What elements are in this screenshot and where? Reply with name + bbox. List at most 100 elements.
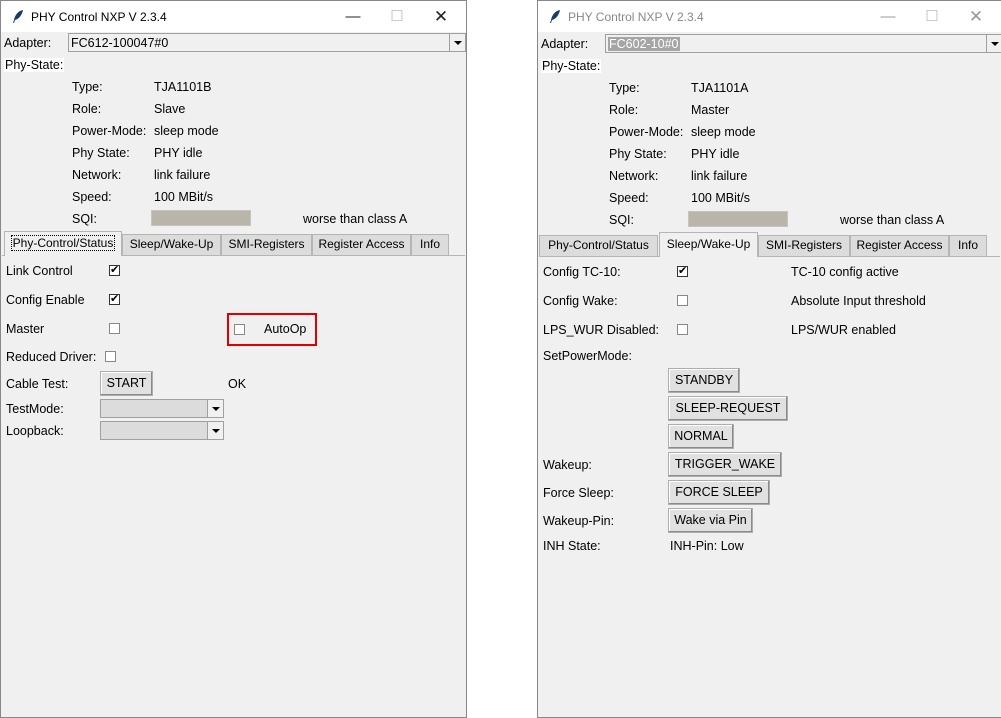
close-icon[interactable]: ✕	[426, 7, 456, 27]
inh-state-value: INH-Pin: Low	[670, 539, 744, 553]
master-label: Master	[6, 322, 45, 336]
cable-test-label: Cable Test:	[6, 377, 69, 391]
tab-sleep-wake-up[interactable]: Sleep/Wake-Up	[122, 234, 221, 255]
test-mode-label: TestMode:	[6, 402, 64, 416]
speed-value: 100 MBit/s	[691, 191, 751, 205]
force-sleep-button[interactable]: FORCE SLEEP	[668, 480, 770, 505]
set-power-mode-label: SetPowerMode:	[543, 349, 632, 363]
start-button[interactable]: START	[100, 371, 153, 396]
reduced-driver-checkbox[interactable]	[105, 351, 116, 362]
feather-icon	[13, 10, 23, 23]
config-wake-checkbox[interactable]	[677, 295, 688, 306]
master-checkbox[interactable]	[109, 323, 120, 334]
role-label: Role:	[609, 103, 639, 117]
link-control-checkbox[interactable]	[109, 263, 120, 276]
speed-label: Speed:	[72, 190, 112, 204]
type-value: TJA1101A	[691, 81, 749, 95]
adapter-select[interactable]: FC612-100047#0	[68, 33, 466, 52]
config-tc10-label: Config TC-10:	[543, 265, 621, 279]
phy-control-window-right: PHY Control NXP V 2.3.4 — ☐ ✕ Adapter: F…	[537, 0, 1001, 718]
inh-state-label: INH State:	[543, 539, 601, 553]
config-enable-checkbox[interactable]	[109, 292, 120, 305]
type-label: Type:	[72, 80, 103, 94]
tab-phy-control-status[interactable]: Phy-Control/Status	[539, 235, 658, 256]
power-mode-label: Power-Mode:	[609, 125, 684, 139]
tab-bar: Phy-Control/Status Sleep/Wake-Up SMI-Reg…	[539, 232, 1001, 257]
wake-status: Absolute Input threshold	[791, 294, 926, 308]
sqi-label: SQI:	[72, 212, 98, 226]
trigger-wake-button[interactable]: TRIGGER_WAKE	[668, 452, 782, 477]
power-mode-value: sleep mode	[691, 125, 756, 139]
phy-state-row-label: Phy State:	[72, 146, 130, 160]
config-wake-label: Config Wake:	[543, 294, 618, 308]
tab-bar: Phy-Control/Status Sleep/Wake-Up SMI-Reg…	[2, 231, 466, 256]
sleep-request-button[interactable]: SLEEP-REQUEST	[668, 396, 788, 421]
tab-phy-control-status[interactable]: Phy-Control/Status	[4, 231, 122, 256]
tab-info[interactable]: Info	[411, 234, 449, 255]
tab-register-access[interactable]: Register Access	[850, 235, 949, 256]
sqi-bar	[688, 211, 788, 227]
autoop-checkbox[interactable]	[234, 324, 245, 335]
power-mode-label: Power-Mode:	[72, 124, 147, 138]
link-control-label: Link Control	[6, 264, 73, 278]
standby-button[interactable]: STANDBY	[668, 368, 740, 393]
phy-state-label: Phy-State:	[4, 58, 65, 72]
sqi-text: worse than class A	[303, 212, 408, 226]
window-title: PHY Control NXP V 2.3.4	[568, 10, 704, 24]
sqi-bar	[151, 210, 251, 226]
phy-state-value: PHY idle	[154, 146, 203, 160]
maximize-icon[interactable]: ☐	[917, 7, 947, 27]
chevron-down-icon[interactable]	[207, 400, 223, 417]
wakeup-label: Wakeup:	[543, 458, 592, 472]
minimize-icon[interactable]: —	[873, 7, 903, 27]
role-value: Slave	[154, 102, 186, 116]
title-bar[interactable]: PHY Control NXP V 2.3.4 — ☐ ✕	[1, 1, 466, 32]
lps-wur-checkbox[interactable]	[677, 324, 688, 335]
normal-button[interactable]: NORMAL	[668, 424, 734, 449]
sqi-label: SQI:	[609, 213, 635, 227]
adapter-select[interactable]: FC602-10#0	[605, 34, 1001, 53]
tab-register-access[interactable]: Register Access	[312, 234, 411, 255]
network-value: link failure	[154, 168, 211, 182]
maximize-icon[interactable]: ☐	[382, 7, 412, 27]
power-mode-value: sleep mode	[154, 124, 219, 138]
network-label: Network:	[609, 169, 659, 183]
chevron-down-icon[interactable]	[986, 35, 1001, 52]
role-label: Role:	[72, 102, 102, 116]
config-tc10-checkbox[interactable]	[677, 264, 688, 277]
tc10-status: TC-10 config active	[791, 265, 899, 279]
type-label: Type:	[609, 81, 640, 95]
type-value: TJA1101B	[154, 80, 212, 94]
phy-state-label: Phy-State:	[541, 59, 602, 73]
test-mode-select[interactable]	[100, 399, 224, 418]
close-icon[interactable]: ✕	[961, 7, 991, 27]
adapter-value: FC612-100047#0	[71, 36, 169, 50]
speed-label: Speed:	[609, 191, 649, 205]
config-enable-label: Config Enable	[6, 293, 85, 307]
minimize-icon[interactable]: —	[338, 7, 368, 27]
tab-info[interactable]: Info	[949, 235, 987, 256]
lps-status: LPS/WUR enabled	[791, 323, 896, 337]
tab-smi-registers[interactable]: SMI-Registers	[758, 235, 850, 256]
chevron-down-icon[interactable]	[207, 422, 223, 439]
network-label: Network:	[72, 168, 122, 182]
chevron-down-icon[interactable]	[449, 34, 465, 51]
adapter-value: FC602-10#0	[608, 37, 680, 51]
loopback-select[interactable]	[100, 421, 224, 440]
phy-control-window-left: PHY Control NXP V 2.3.4 — ☐ ✕ Adapter: F…	[0, 0, 467, 718]
phy-state-row-label: Phy State:	[609, 147, 667, 161]
speed-value: 100 MBit/s	[154, 190, 214, 204]
force-sleep-label: Force Sleep:	[543, 486, 614, 500]
window-title: PHY Control NXP V 2.3.4	[31, 10, 167, 24]
tab-sleep-wake-up[interactable]: Sleep/Wake-Up	[659, 232, 758, 257]
phy-state-value: PHY idle	[691, 147, 740, 161]
network-value: link failure	[691, 169, 748, 183]
cable-test-status: OK	[228, 377, 247, 391]
wake-via-pin-button[interactable]: Wake via Pin	[668, 508, 753, 533]
autoop-label: AutoOp	[264, 322, 307, 336]
feather-icon	[550, 10, 560, 23]
loopback-label: Loopback:	[6, 424, 64, 438]
title-bar[interactable]: PHY Control NXP V 2.3.4 — ☐ ✕	[538, 1, 1001, 32]
tab-smi-registers[interactable]: SMI-Registers	[221, 234, 312, 255]
lps-wur-label: LPS_WUR Disabled:	[543, 323, 660, 337]
